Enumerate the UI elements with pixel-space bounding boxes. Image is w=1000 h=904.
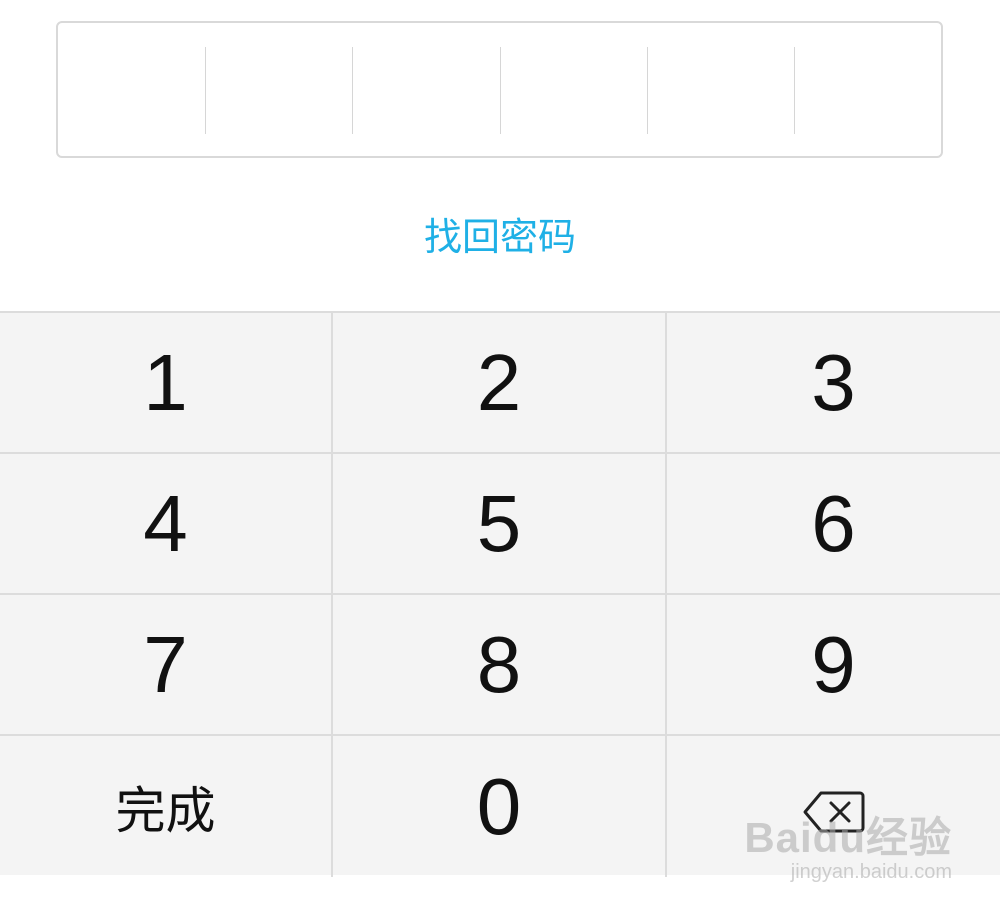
pin-input-box[interactable] <box>56 21 943 158</box>
pin-digit-3[interactable] <box>352 23 499 156</box>
key-6[interactable]: 6 <box>667 454 1000 595</box>
recover-password-link[interactable]: 找回密码 <box>0 210 1000 264</box>
backspace-icon <box>803 761 865 853</box>
key-7[interactable]: 7 <box>0 595 333 736</box>
pin-digit-4[interactable] <box>499 23 647 156</box>
key-2[interactable]: 2 <box>333 313 667 454</box>
pin-digit-5[interactable] <box>646 23 794 156</box>
pin-digit-2[interactable] <box>205 23 352 156</box>
pin-digit-6[interactable] <box>793 23 941 156</box>
backspace-button[interactable] <box>667 736 1000 877</box>
key-4[interactable]: 4 <box>0 454 333 595</box>
key-9[interactable]: 9 <box>667 595 1000 736</box>
done-button[interactable]: 完成 <box>0 736 333 877</box>
key-1[interactable]: 1 <box>0 313 333 454</box>
key-8[interactable]: 8 <box>333 595 667 736</box>
key-3[interactable]: 3 <box>667 313 1000 454</box>
pin-digit-1[interactable] <box>58 23 205 156</box>
numeric-keypad: 1 2 3 4 5 6 7 8 9 完成 0 <box>0 311 1000 877</box>
key-5[interactable]: 5 <box>333 454 667 595</box>
key-0[interactable]: 0 <box>333 736 667 877</box>
